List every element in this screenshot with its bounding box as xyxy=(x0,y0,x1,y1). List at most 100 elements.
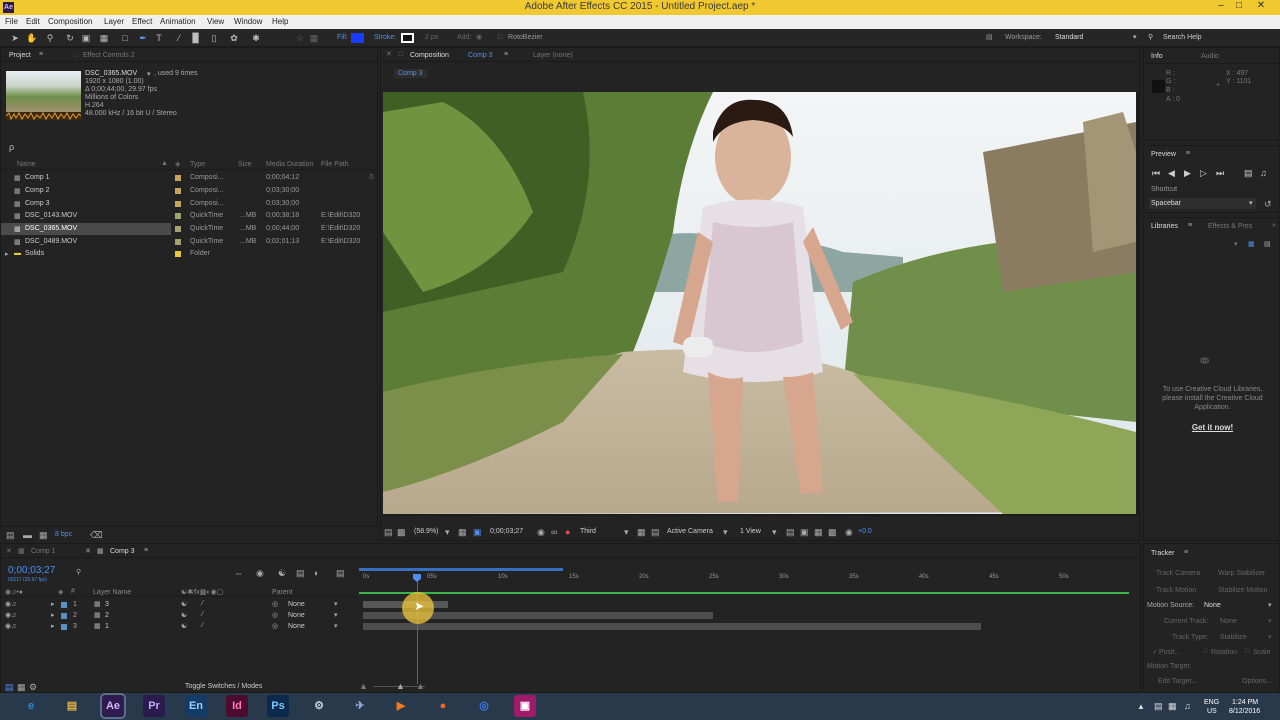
tray-arrow-icon[interactable]: ▲ xyxy=(1137,702,1145,711)
parent-select[interactable]: None xyxy=(288,601,305,608)
list-item-details[interactable]: QuickTime ...MB 0;00;44;00 E:\Edit\D320 xyxy=(171,223,371,235)
label-icon[interactable]: ◈ xyxy=(175,160,180,168)
label-color[interactable] xyxy=(175,213,181,219)
flowchart-icon[interactable]: ▩ xyxy=(828,527,837,538)
after-effects-icon[interactable]: Ae xyxy=(102,695,124,717)
label-color[interactable] xyxy=(61,624,67,630)
tool-icon[interactable]: ⚙ xyxy=(308,695,330,717)
clock-time[interactable]: 1:24 PM xyxy=(1232,699,1258,706)
label-color[interactable] xyxy=(61,613,67,619)
visibility-icon[interactable]: ◉♫ xyxy=(5,622,16,630)
firefox-icon[interactable]: ● xyxy=(432,695,454,717)
label-color[interactable] xyxy=(175,226,181,232)
motion-blur-icon[interactable]: ◐ xyxy=(314,568,319,578)
tab-comp-name[interactable]: Comp 3 xyxy=(468,52,493,59)
photoshop-icon[interactable]: Ps xyxy=(267,695,289,717)
chevron-down-icon[interactable]: ▾ xyxy=(1133,33,1137,41)
scale-checkbox[interactable]: □ xyxy=(1245,648,1249,655)
draft-3d-icon[interactable]: ◉ xyxy=(256,568,264,579)
chevron-down-icon[interactable]: ▾ xyxy=(723,527,728,538)
options-button[interactable]: Options... xyxy=(1242,678,1272,685)
in-out-icon[interactable]: ⚙ xyxy=(29,682,37,693)
menu-file[interactable]: File xyxy=(5,17,18,26)
sort-up-icon[interactable]: ▲ xyxy=(161,160,168,167)
always-preview-icon[interactable]: ▤ xyxy=(384,527,393,538)
chevron-down-icon[interactable]: ▾ xyxy=(334,622,338,630)
snapping-toggle-icon[interactable]: ▦ xyxy=(308,32,320,44)
chevron-down-icon[interactable]: ▾ xyxy=(624,527,629,538)
file-explorer-icon[interactable]: ▤ xyxy=(61,695,83,717)
volume-icon[interactable]: ♫ xyxy=(1184,701,1191,711)
stroke-size[interactable]: 2 px xyxy=(425,34,438,41)
col-name[interactable]: Name xyxy=(17,161,36,168)
track-type-select[interactable]: Stabilize xyxy=(1220,634,1246,641)
label-color[interactable] xyxy=(175,239,181,245)
chevron-down-icon[interactable]: ▾ xyxy=(147,70,151,78)
rectangle-tool-icon[interactable]: □ xyxy=(119,32,131,44)
parent-select[interactable]: None xyxy=(288,612,305,619)
shortcut-select[interactable]: Spacebar ▾ xyxy=(1149,198,1256,209)
camera-select[interactable]: Active Camera xyxy=(667,528,713,535)
fast-preview-icon[interactable]: ▤ xyxy=(651,527,660,538)
expand-arrow-icon[interactable]: ▸ xyxy=(51,622,55,630)
menu-animation[interactable]: Animation xyxy=(160,17,196,26)
app-icon[interactable]: ✈ xyxy=(349,695,371,717)
text-tool-icon[interactable]: T xyxy=(153,32,165,44)
menu-edit[interactable]: Edit xyxy=(26,17,40,26)
chevron-down-icon[interactable]: ▾ xyxy=(334,611,338,619)
collapse-icon[interactable]: ☯ xyxy=(181,611,187,619)
search-icon[interactable]: ρ xyxy=(9,142,14,152)
transparency-grid-icon[interactable]: ▦ xyxy=(637,527,646,538)
collapse-icon[interactable]: ☯ xyxy=(181,622,187,630)
fill-swatch[interactable] xyxy=(351,33,364,43)
magnification-select[interactable]: (58.9%) xyxy=(414,528,439,535)
graph-editor-icon[interactable]: ▤ xyxy=(336,568,345,579)
layer-name[interactable]: 3 xyxy=(105,601,109,608)
work-area-bar[interactable] xyxy=(359,568,563,571)
position-checkbox[interactable]: ✓ xyxy=(1152,648,1158,656)
safe-zones-icon[interactable]: ▦ xyxy=(458,527,467,538)
flowchart-icon[interactable]: ☃ xyxy=(368,173,374,181)
clock-date[interactable]: 8/12/2016 xyxy=(1229,708,1260,715)
toggle-pixel-aspect-icon[interactable]: ▤ xyxy=(786,527,795,538)
layer-switches-icon[interactable]: ▤ xyxy=(5,682,14,693)
label-color[interactable] xyxy=(61,602,67,608)
roto-brush-tool-icon[interactable]: ✿ xyxy=(228,32,240,44)
menu-effect[interactable]: Effect xyxy=(132,17,152,26)
col-duration[interactable]: Media Duration xyxy=(266,161,313,168)
menu-help[interactable]: Help xyxy=(272,17,288,26)
zoom-out-icon[interactable]: ▲ xyxy=(359,681,368,691)
motion-source-select[interactable]: None xyxy=(1204,602,1221,609)
monitor-icon[interactable]: ▩ xyxy=(397,527,406,538)
tab-effects-presets[interactable]: Effects & Pres xyxy=(1208,223,1252,230)
close-icon[interactable]: ✕ xyxy=(6,547,12,555)
track-motion-button[interactable]: Track Motion xyxy=(1156,587,1196,594)
comp-navigator-tab[interactable]: Comp 3 xyxy=(394,69,427,78)
edit-target-button[interactable]: Edit Target... xyxy=(1158,678,1197,685)
visibility-icon[interactable]: ◉♫ xyxy=(5,600,16,608)
col-type[interactable]: Type xyxy=(190,161,205,168)
tab-effect-controls[interactable]: Effect Controls 2 xyxy=(83,52,135,59)
brush-tool-icon[interactable]: ⁄ xyxy=(173,32,185,44)
search-icon[interactable]: ⚲ xyxy=(76,568,81,576)
chevron-down-icon[interactable]: ▾ xyxy=(772,527,777,538)
first-frame-icon[interactable]: ⏮ xyxy=(1152,168,1160,179)
parent-select[interactable]: None xyxy=(288,623,305,630)
puppet-tool-icon[interactable]: ✱ xyxy=(250,32,262,44)
transfer-controls-icon[interactable]: ▦ xyxy=(17,682,26,693)
search-help-field[interactable]: Search Help xyxy=(1163,34,1202,41)
expand-arrow-icon[interactable]: ▸ xyxy=(51,611,55,619)
tab-info[interactable]: Info xyxy=(1151,53,1163,60)
zoom-tool-icon[interactable]: ⚲ xyxy=(44,32,56,44)
quality-icon[interactable]: ⁄ xyxy=(202,600,203,607)
app2-icon[interactable]: ◎ xyxy=(473,695,495,717)
current-track-select[interactable]: None xyxy=(1220,618,1237,625)
workspace-select[interactable]: Standard xyxy=(1055,34,1083,41)
quality-icon[interactable]: ⁄ xyxy=(202,622,203,629)
view-layout-select[interactable]: 1 View xyxy=(740,528,761,535)
fast-previews-icon[interactable]: ▣ xyxy=(800,527,809,538)
close-icon[interactable]: ✕ xyxy=(85,547,91,555)
menu-view[interactable]: View xyxy=(207,17,224,26)
chevron-down-icon[interactable]: ▾ xyxy=(445,527,450,538)
current-time-display[interactable]: 0;00;03;27 xyxy=(490,528,523,535)
